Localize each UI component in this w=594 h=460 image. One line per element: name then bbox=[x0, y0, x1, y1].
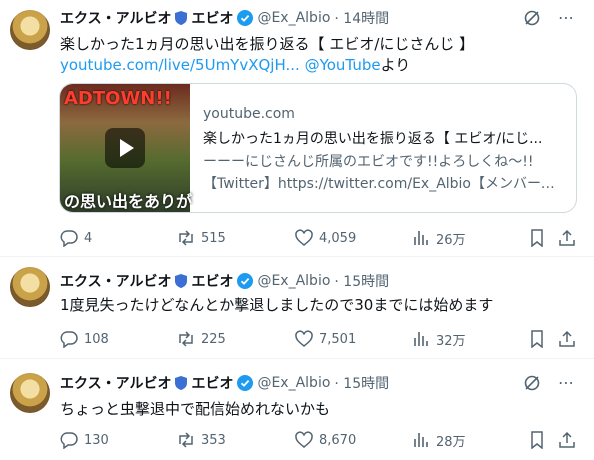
bookmark-icon[interactable] bbox=[528, 330, 546, 348]
retweet-button[interactable]: 515 bbox=[177, 227, 226, 249]
action-bar: 130 353 8,670 28万 bbox=[60, 429, 580, 451]
retweet-count: 353 bbox=[201, 432, 226, 448]
grok-icon[interactable] bbox=[522, 8, 542, 28]
reply-icon bbox=[60, 230, 78, 247]
verified-badge-icon bbox=[237, 273, 254, 289]
play-icon[interactable] bbox=[105, 128, 145, 168]
views-icon bbox=[414, 231, 428, 245]
share-icon[interactable] bbox=[558, 229, 576, 247]
retweet-button[interactable]: 225 bbox=[177, 328, 226, 350]
reply-button[interactable]: 130 bbox=[60, 429, 109, 451]
shield-icon bbox=[175, 376, 188, 390]
avatar[interactable] bbox=[10, 10, 50, 50]
display-name[interactable]: エクス・アルビオ bbox=[60, 8, 171, 28]
retweet-icon bbox=[179, 230, 193, 246]
display-name-suffix[interactable]: エビオ bbox=[191, 271, 233, 291]
avatar[interactable] bbox=[10, 267, 50, 307]
heart-icon bbox=[295, 431, 313, 448]
reply-count: 108 bbox=[84, 331, 109, 347]
timestamp[interactable]: · 14時間 bbox=[334, 8, 389, 28]
display-name[interactable]: エクス・アルビオ bbox=[60, 373, 171, 393]
like-count: 7,501 bbox=[319, 331, 357, 347]
handle[interactable]: @Ex_Albio bbox=[257, 375, 330, 391]
heart-icon bbox=[295, 330, 313, 347]
action-bar: 108 225 7,501 32万 bbox=[60, 328, 580, 350]
retweet-count: 225 bbox=[201, 331, 226, 347]
tweet-header: エクス・アルビオ エビオ @Ex_Albio · 15時間 bbox=[60, 271, 389, 291]
timestamp[interactable]: · 15時間 bbox=[334, 271, 389, 291]
share-icon[interactable] bbox=[558, 330, 576, 348]
views-button[interactable]: 26万 bbox=[412, 227, 466, 249]
card-domain: youtube.com bbox=[203, 106, 295, 122]
grok-icon[interactable] bbox=[522, 373, 542, 393]
retweet-icon bbox=[179, 331, 193, 347]
card-description: ーーーにじさんじ所属のエビオです!!よろしくね～!! bbox=[203, 154, 534, 170]
tweet-link-line: youtube.com/live/5UmYvXQjH... @YouTubeより bbox=[60, 55, 580, 75]
tweet-text: 1度見失ったけどなんとか撃退しましたので30までには始めます bbox=[60, 296, 494, 314]
tweet-header: エクス・アルビオ エビオ @Ex_Albio · 14時間 bbox=[60, 8, 389, 28]
reply-count: 4 bbox=[84, 230, 93, 246]
views-button[interactable]: 32万 bbox=[412, 328, 466, 350]
thumbnail-caption-top: ADTOWN!! bbox=[64, 88, 172, 109]
tweet[interactable]: エクス・アルビオ エビオ @Ex_Albio · 15時間 1度見失ったけどなん… bbox=[0, 257, 594, 359]
timestamp[interactable]: · 15時間 bbox=[334, 373, 389, 393]
reply-count: 130 bbox=[84, 432, 109, 448]
link-preview-card[interactable]: ADTOWN!! の思い出をありが youtube.com 楽しかった1ヵ月の思… bbox=[59, 83, 577, 213]
views-icon bbox=[414, 433, 428, 447]
shield-icon bbox=[175, 274, 188, 288]
view-count: 28万 bbox=[436, 434, 466, 450]
card-title: 楽しかった1ヵ月の思い出を振り返る【 エビオ/にじ... bbox=[203, 131, 543, 147]
heart-icon bbox=[295, 229, 313, 246]
reply-button[interactable]: 4 bbox=[60, 227, 92, 249]
retweet-button[interactable]: 353 bbox=[177, 429, 226, 451]
like-button[interactable]: 8,670 bbox=[295, 429, 356, 451]
views-button[interactable]: 28万 bbox=[412, 429, 466, 451]
display-name[interactable]: エクス・アルビオ bbox=[60, 271, 171, 291]
like-count: 8,670 bbox=[319, 432, 357, 448]
view-count: 32万 bbox=[436, 333, 466, 349]
more-options-icon[interactable]: ⋯ bbox=[556, 373, 576, 393]
bookmark-icon[interactable] bbox=[528, 229, 546, 247]
url-link[interactable]: youtube.com/live/5UmYvXQjH... bbox=[60, 56, 300, 74]
like-count: 4,059 bbox=[319, 230, 357, 246]
handle[interactable]: @Ex_Albio bbox=[257, 273, 330, 289]
reply-icon bbox=[60, 432, 78, 449]
handle[interactable]: @Ex_Albio bbox=[257, 10, 330, 26]
video-thumbnail[interactable]: ADTOWN!! の思い出をありが bbox=[60, 84, 193, 212]
views-icon bbox=[414, 332, 428, 346]
suffix-text: より bbox=[380, 56, 411, 74]
share-icon[interactable] bbox=[558, 431, 576, 449]
display-name-suffix[interactable]: エビオ bbox=[191, 8, 233, 28]
tweet[interactable]: エクス・アルビオ エビオ @Ex_Albio · 14時間 ⋯ 楽しかった1ヵ月… bbox=[0, 0, 594, 257]
verified-badge-icon bbox=[237, 375, 254, 391]
more-options-icon[interactable]: ⋯ bbox=[556, 8, 576, 28]
bookmark-icon[interactable] bbox=[528, 431, 546, 449]
shield-icon bbox=[175, 11, 188, 25]
retweet-icon bbox=[179, 432, 193, 448]
verified-badge-icon bbox=[237, 10, 254, 26]
tweet-text: 楽しかった1ヵ月の思い出を振り返る【 エビオ/にじさんじ 】 bbox=[60, 35, 475, 53]
tweet[interactable]: エクス・アルビオ エビオ @Ex_Albio · 15時間 ⋯ ちょっと虫撃退中… bbox=[0, 359, 594, 460]
display-name-suffix[interactable]: エビオ bbox=[191, 373, 233, 393]
avatar[interactable] bbox=[10, 373, 50, 413]
action-bar: 4 515 4,059 26万 bbox=[60, 227, 580, 249]
tweet-header: エクス・アルビオ エビオ @Ex_Albio · 15時間 bbox=[60, 373, 389, 393]
card-description-2: 【Twitter】https://twitter.com/Ex_Albio【メン… bbox=[203, 176, 568, 192]
like-button[interactable]: 7,501 bbox=[295, 328, 356, 350]
retweet-count: 515 bbox=[201, 230, 226, 246]
thumbnail-caption-bottom: の思い出をありが bbox=[64, 192, 193, 211]
reply-icon bbox=[60, 331, 78, 348]
view-count: 26万 bbox=[436, 232, 466, 248]
like-button[interactable]: 4,059 bbox=[295, 227, 356, 249]
mention-link[interactable]: @YouTube bbox=[305, 56, 381, 74]
reply-button[interactable]: 108 bbox=[60, 328, 109, 350]
tweet-text: ちょっと虫撃退中で配信始めれないかも bbox=[60, 400, 331, 418]
